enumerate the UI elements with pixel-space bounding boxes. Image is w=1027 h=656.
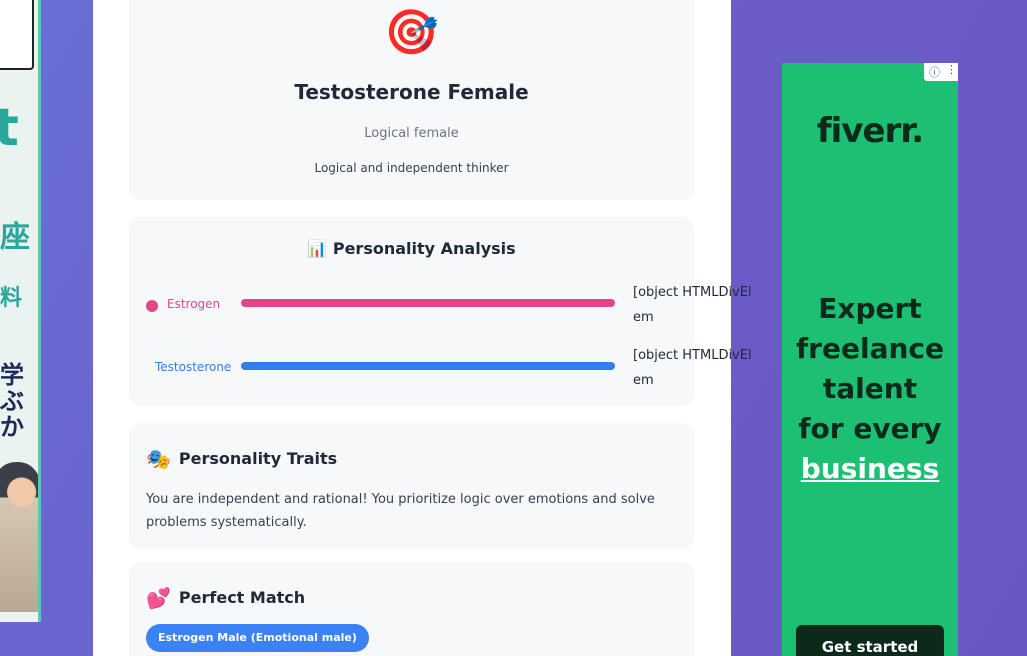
info-icon[interactable]: ⓘ <box>929 64 940 80</box>
main-panel: 🎯 Testosterone Female Logical female Log… <box>93 0 752 656</box>
match-heading: 💕 Perfect Match <box>146 586 305 610</box>
get-started-button[interactable]: Get started <box>796 625 944 656</box>
fiverr-logo: fiverr. <box>816 111 924 151</box>
result-description: Logical and independent thinker <box>314 161 509 175</box>
personality-analysis-card: 📊 Personality Analysis Estrogen [object … <box>129 217 752 406</box>
ad-frame-graphic <box>0 0 34 70</box>
ad-text-1: 座 <box>0 220 30 255</box>
personality-traits-card: 🎭 Personality Traits You are independent … <box>129 423 694 549</box>
adchoices-badge[interactable]: ⓘ ⋮ <box>924 63 958 81</box>
perfect-match-card: 💕 Perfect Match Estrogen Male (Emotional … <box>129 562 694 656</box>
result-subtitle: Logical female <box>364 126 459 141</box>
estrogen-dot-icon <box>146 300 158 312</box>
testosterone-label: Testosterone <box>155 360 232 374</box>
target-icon: 🎯 <box>384 7 439 58</box>
ad-headline-line-4: for every <box>798 412 942 445</box>
ad-headline-line-1: Expert <box>818 292 922 325</box>
match-heading-text: Perfect Match <box>178 588 306 607</box>
testosterone-track <box>241 362 615 370</box>
ad-headline-line-2: freelance <box>796 332 944 365</box>
ad-person-image <box>0 462 38 612</box>
menu-dots-icon[interactable]: ⋮ <box>946 63 957 76</box>
match-pill[interactable]: Estrogen Male (Emotional male) <box>146 624 369 652</box>
ad-text-2: 料 <box>0 286 23 311</box>
ad-big-letter: t <box>0 98 19 158</box>
ad-headline-line-5: business <box>800 452 940 485</box>
analysis-heading: 📊 Personality Analysis <box>129 239 694 258</box>
hearts-icon: 💕 <box>146 586 171 610</box>
testosterone-value: [object HTMLDivElem <box>633 348 752 388</box>
result-title: Testosterone Female <box>294 80 529 104</box>
estrogen-meter: Estrogen [object HTMLDivElem <box>145 280 752 330</box>
left-ad-banner[interactable]: t 座 料 学ぶか <box>0 0 41 622</box>
estrogen-track <box>241 299 615 307</box>
testosterone-meter: Testosterone [object HTMLDivElem <box>145 343 752 393</box>
testosterone-fill <box>241 362 615 370</box>
estrogen-value: [object HTMLDivElem <box>633 285 752 325</box>
ad-text-3: 学ぶか <box>0 361 24 441</box>
right-ad-banner[interactable]: ⓘ ⋮ fiverr. Expert freelance talent for … <box>782 63 958 656</box>
ad-headline-line-3: talent <box>822 372 918 405</box>
result-card: 🎯 Testosterone Female Logical female Log… <box>129 0 694 200</box>
traits-heading: 🎭 Personality Traits <box>146 447 337 471</box>
estrogen-fill <box>241 299 615 307</box>
traits-text: You are independent and rational! You pr… <box>146 492 655 530</box>
estrogen-label: Estrogen <box>167 297 221 311</box>
ad-headline: Expert freelance talent for every busine… <box>782 289 958 489</box>
masks-icon: 🎭 <box>146 447 171 471</box>
chart-icon: 📊 <box>307 239 328 258</box>
traits-heading-text: Personality Traits <box>178 449 338 468</box>
analysis-heading-text: Personality Analysis <box>332 239 516 258</box>
